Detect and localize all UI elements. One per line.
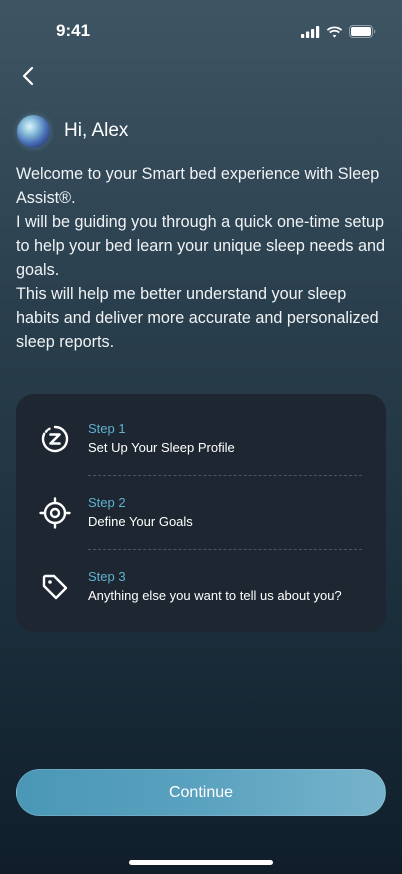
step-number: Step 1 bbox=[88, 421, 126, 436]
back-button[interactable] bbox=[14, 62, 42, 90]
status-time: 9:41 bbox=[56, 21, 91, 40]
chevron-left-icon bbox=[22, 66, 34, 86]
home-indicator bbox=[129, 860, 273, 865]
step-title: Anything else you want to tell us about … bbox=[88, 588, 342, 603]
setup-steps-card: Step 1 Set Up Your Sleep Profile Step 2 … bbox=[16, 394, 386, 632]
status-icons bbox=[301, 25, 376, 38]
battery-icon bbox=[349, 25, 376, 38]
step-title: Set Up Your Sleep Profile bbox=[88, 440, 235, 455]
intro-paragraph-3: This will help me better understand your… bbox=[16, 285, 379, 351]
divider bbox=[88, 475, 362, 476]
step-title: Define Your Goals bbox=[88, 514, 193, 529]
assistant-avatar bbox=[17, 114, 50, 148]
intro-text: Welcome to your Smart bed experience wit… bbox=[16, 162, 386, 354]
step-item-goals[interactable]: Step 2 Define Your Goals bbox=[38, 486, 364, 540]
wifi-icon bbox=[326, 26, 343, 38]
greeting: Hi, Alex bbox=[17, 114, 128, 148]
greeting-text: Hi, Alex bbox=[64, 120, 129, 141]
target-icon bbox=[38, 496, 72, 530]
cellular-signal-icon bbox=[301, 25, 320, 38]
step-number: Step 2 bbox=[88, 495, 126, 510]
status-bar: 9:41 bbox=[0, 0, 402, 62]
continue-button[interactable]: Continue bbox=[16, 769, 386, 816]
sleep-z-icon bbox=[38, 422, 72, 456]
step-item-about-you[interactable]: Step 3 Anything else you want to tell us… bbox=[38, 560, 364, 614]
step-item-sleep-profile[interactable]: Step 1 Set Up Your Sleep Profile bbox=[38, 412, 364, 466]
intro-paragraph-2: I will be guiding you through a quick on… bbox=[16, 213, 385, 279]
intro-paragraph-1: Welcome to your Smart bed experience wit… bbox=[16, 165, 380, 207]
tag-icon bbox=[38, 570, 72, 604]
step-number: Step 3 bbox=[88, 569, 126, 584]
divider bbox=[88, 549, 362, 550]
